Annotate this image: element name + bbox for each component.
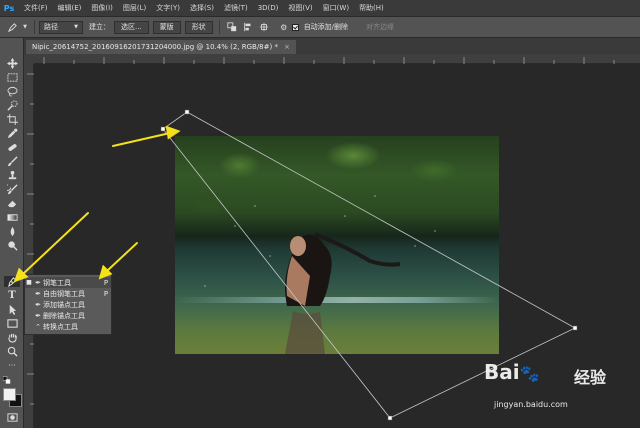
flyout-item-freeform-pen[interactable]: ✒ 自由钢笔工具 P [25,288,111,299]
menu-view[interactable]: 视图(V) [283,3,317,13]
make-mask-button[interactable]: 蒙版 [152,20,181,34]
baidu-logo-text: Bai🐾 [484,360,540,384]
menu-bar: Ps 文件(F) 编辑(E) 图像(I) 图层(L) 文字(Y) 选择(S) 滤… [0,0,640,16]
clone-stamp-tool-icon[interactable] [4,170,20,181]
tool-mode-select[interactable]: 路径 ▼ [39,20,83,34]
vertical-ruler[interactable] [24,64,34,428]
eraser-tool-icon[interactable] [4,198,20,209]
photoshop-logo: Ps [3,3,15,13]
flyout-item-pen[interactable]: ■ ✒ 钢笔工具 P [25,277,111,288]
menu-help[interactable]: 帮助(H) [354,3,389,13]
path-selection-tool-icon[interactable] [4,304,20,315]
menu-edit[interactable]: 编辑(E) [53,3,87,13]
flyout-item-convert-point[interactable]: ⌃ 转换点工具 [25,321,111,332]
options-bar: ▼ 路径 ▼ 建立： 选区... 蒙版 形状 ⚙ 自动添加/删除 对齐边缘 [0,16,640,38]
menu-type[interactable]: 文字(Y) [151,3,185,13]
close-icon[interactable]: × [284,43,290,51]
auto-add-delete-checkbox[interactable] [291,23,299,31]
pen-tool-icon[interactable] [4,276,20,287]
crop-tool-icon[interactable] [4,114,20,125]
lasso-tool-icon[interactable] [4,86,20,97]
path-operations-icon[interactable] [226,21,238,33]
menu-filter[interactable]: 滤镜(T) [219,3,253,13]
healing-brush-tool-icon[interactable] [4,142,20,153]
flyout-item-shortcut: P [103,278,109,287]
pen-icon: ✒ [35,278,41,287]
document-tab-bar: Nipic_20614752_20160916201731204000.jpg … [24,38,640,54]
menu-window[interactable]: 窗口(W) [318,3,354,13]
brush-tool-icon[interactable] [4,156,20,167]
align-edges-label[interactable]: 对齐边缘 [366,22,394,32]
foreground-color-swatch[interactable] [3,388,16,401]
document-tab-title: Nipic_20614752_20160916201731204000.jpg … [32,43,278,51]
document-tab[interactable]: Nipic_20614752_20160916201731204000.jpg … [26,40,296,54]
ruler-origin[interactable] [24,54,34,64]
paw-icon: 🐾 [519,364,540,383]
jingyan-label: 经验 [574,368,607,387]
make-selection-button[interactable]: 选区... [114,20,149,34]
flyout-item-label: 转换点工具 [43,322,78,331]
flyout-item-shortcut: P [103,289,109,298]
flyout-item-label: 钢笔工具 [43,278,71,287]
move-tool-icon[interactable] [4,58,20,69]
flyout-item-label: 删除锚点工具 [43,311,85,320]
tool-mode-value: 路径 [44,23,58,31]
dodge-tool-icon[interactable] [4,240,20,251]
zoom-tool-icon[interactable] [4,346,20,357]
menu-file[interactable]: 文件(F) [19,3,53,13]
flyout-item-add-anchor[interactable]: ✒ 添加锚点工具 [25,299,111,310]
eyedropper-tool-icon[interactable] [4,128,20,139]
baidu-jingyan-watermark: Bai🐾 经验 jingyan.baidu.com [480,360,630,422]
menu-select[interactable]: 选择(S) [185,3,219,13]
type-tool-icon[interactable]: T [4,290,20,301]
auto-add-delete-label: 自动添加/删除 [303,23,349,31]
chevron-down-icon: ▼ [74,24,78,30]
flyout-item-label: 添加锚点工具 [43,300,85,309]
path-arrangement-icon[interactable] [258,21,270,33]
default-colors-icon[interactable] [3,375,11,384]
menu-image[interactable]: 图像(I) [86,3,118,13]
baidu-logo-bai: Bai [484,360,520,384]
selected-bullet-icon: ■ [26,279,32,286]
history-brush-tool-icon[interactable] [4,184,20,195]
gradient-tool-icon[interactable] [4,212,20,223]
build-label: 建立： [89,23,110,31]
hand-tool-icon[interactable] [4,332,20,343]
delete-anchor-icon: ✒ [35,311,41,320]
separator [34,20,35,34]
pen-tool-preset-icon[interactable] [6,21,18,33]
watermark-url: jingyan.baidu.com [494,400,568,409]
menu-3d[interactable]: 3D(D) [253,4,284,12]
make-shape-button[interactable]: 形状 [184,20,213,34]
convert-point-icon: ⌃ [35,322,41,331]
gear-icon[interactable]: ⚙ [278,21,290,33]
flyout-item-delete-anchor[interactable]: ✒ 删除锚点工具 [25,310,111,321]
quick-selection-tool-icon[interactable] [4,100,20,111]
flyout-item-label: 自由钢笔工具 [43,289,85,298]
document-image[interactable] [175,136,499,354]
quick-mask-icon[interactable] [4,412,20,423]
separator [218,20,220,34]
chevron-down-icon[interactable]: ▼ [22,21,28,33]
path-alignment-icon[interactable] [242,21,254,33]
blur-tool-icon[interactable] [4,226,20,237]
freeform-pen-icon: ✒ [35,289,41,298]
tools-panel: T ··· [0,38,24,428]
add-anchor-icon: ✒ [35,300,41,309]
more-tools-icon[interactable]: ··· [4,360,20,371]
rectangle-tool-icon[interactable] [4,318,20,329]
marquee-tool-icon[interactable] [4,72,20,83]
image-figure [204,195,436,354]
horizontal-ruler[interactable] [34,54,640,64]
menu-layer[interactable]: 图层(L) [118,3,151,13]
pen-tool-flyout: ■ ✒ 钢笔工具 P ✒ 自由钢笔工具 P ✒ 添加锚点工具 ✒ 删除锚点工具 … [24,274,112,335]
